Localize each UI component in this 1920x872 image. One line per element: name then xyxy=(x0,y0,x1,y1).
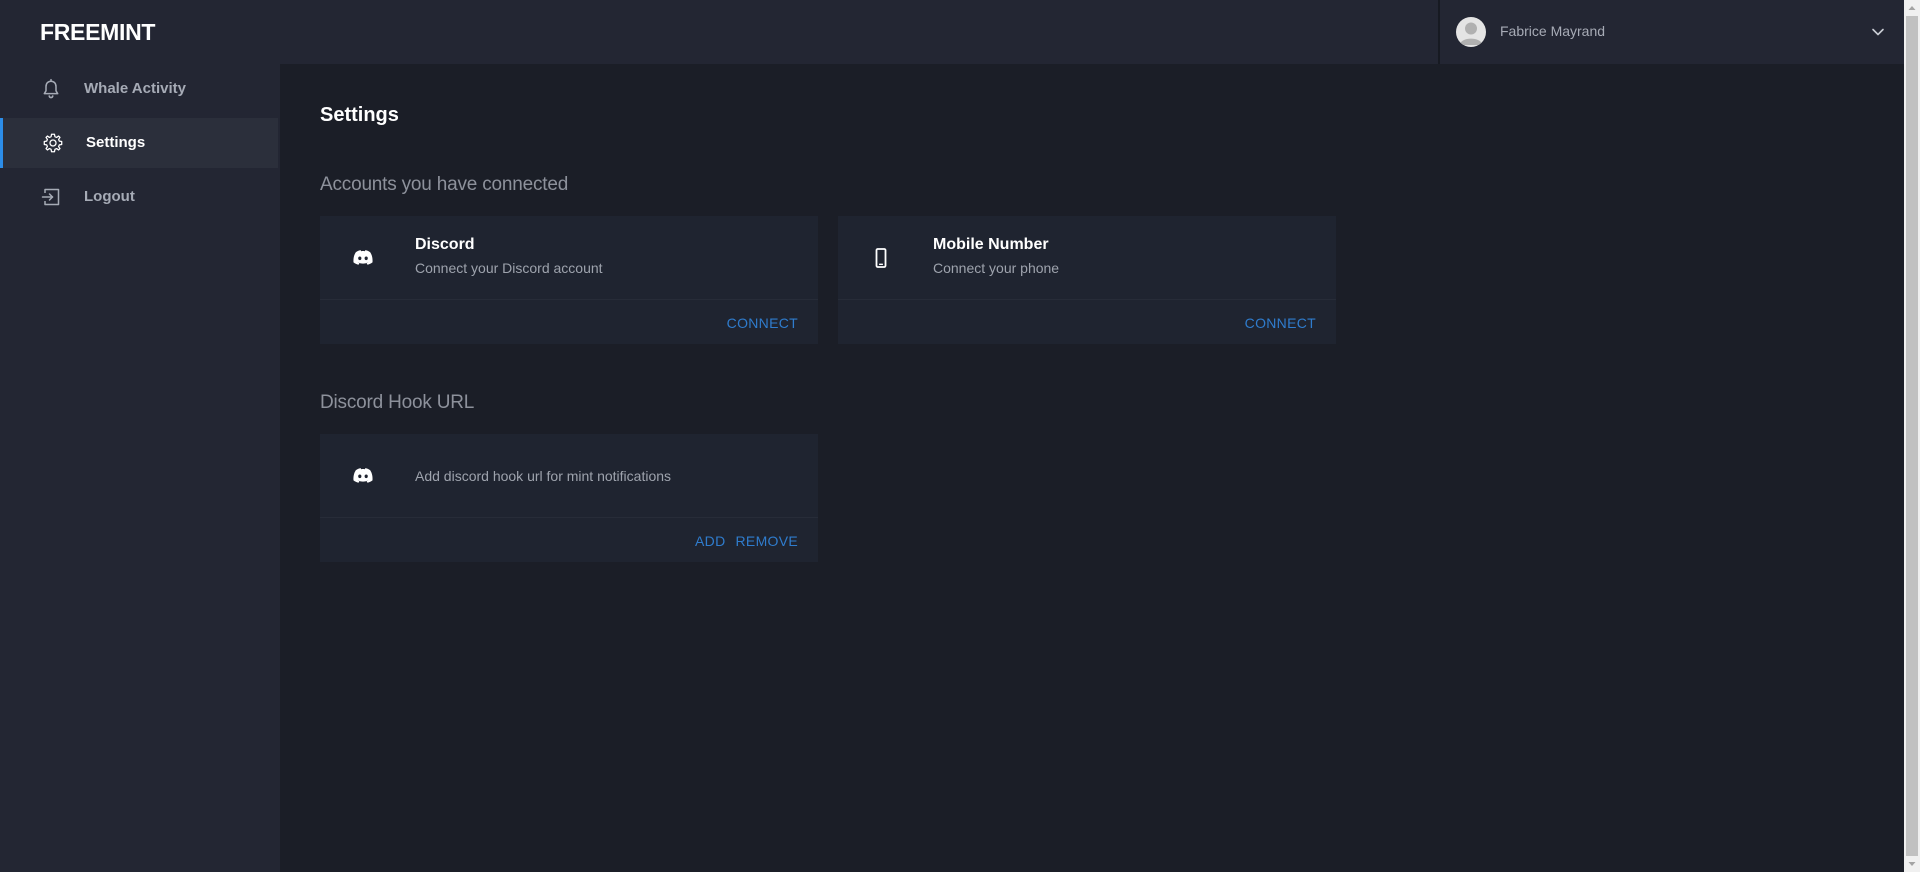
vertical-scrollbar[interactable] xyxy=(1904,0,1920,872)
top-bar: FREEMINT Fabrice Mayrand xyxy=(0,0,1904,64)
discord-icon xyxy=(353,250,373,265)
card-actions: ADD REMOVE xyxy=(695,533,798,549)
avatar xyxy=(1456,17,1486,47)
card-subtitle: Connect your phone xyxy=(933,260,1060,276)
scroll-down-arrow-icon[interactable] xyxy=(1904,856,1920,872)
user-name: Fabrice Mayrand xyxy=(1500,23,1606,39)
card-body: Add discord hook url for mint notificati… xyxy=(320,434,818,518)
chevron-down-icon[interactable] xyxy=(1870,24,1886,40)
sidebar-item-label: Settings xyxy=(86,134,146,151)
page-title: Settings xyxy=(320,104,399,126)
accounts-section-title: Accounts you have connected xyxy=(320,174,569,195)
sidebar-item-settings[interactable]: Settings xyxy=(0,118,278,168)
discord-icon xyxy=(353,468,373,483)
sidebar: Whale Activity Settings Logout xyxy=(0,64,280,872)
discord-account-card: Discord Connect your Discord account CON… xyxy=(320,216,818,344)
gear-icon xyxy=(43,133,63,153)
user-menu[interactable]: Fabrice Mayrand xyxy=(1438,0,1904,64)
app-root: FREEMINT Fabrice Mayrand Whale Activity xyxy=(0,0,1920,872)
logout-icon xyxy=(41,188,60,206)
avatar-placeholder-icon xyxy=(1459,22,1483,45)
card-subtitle: Connect your Discord account xyxy=(415,260,603,276)
card-actions: CONNECT xyxy=(727,315,798,331)
mobile-connect-button[interactable]: CONNECT xyxy=(1245,315,1316,331)
scrollbar-thumb[interactable] xyxy=(1906,16,1918,856)
card-actions: CONNECT xyxy=(1245,315,1316,331)
card-title: Mobile Number xyxy=(933,236,1049,253)
add-hook-button[interactable]: ADD xyxy=(695,533,725,549)
card-body: Discord Connect your Discord account xyxy=(320,216,818,300)
sidebar-item-logout[interactable]: Logout xyxy=(0,172,278,222)
discord-connect-button[interactable]: CONNECT xyxy=(727,315,798,331)
scroll-up-arrow-icon[interactable] xyxy=(1904,0,1920,16)
hook-section-title: Discord Hook URL xyxy=(320,392,475,413)
sidebar-item-label: Logout xyxy=(84,188,135,205)
app-logo[interactable]: FREEMINT xyxy=(40,19,155,46)
card-body: Mobile Number Connect your phone xyxy=(838,216,1336,300)
main-content: Settings Accounts you have connected Dis… xyxy=(280,64,1904,872)
bell-icon xyxy=(43,78,59,99)
discord-hook-card: Add discord hook url for mint notificati… xyxy=(320,434,818,562)
card-title: Discord xyxy=(415,236,475,253)
remove-hook-button[interactable]: REMOVE xyxy=(736,533,798,549)
card-description: Add discord hook url for mint notificati… xyxy=(415,468,672,484)
phone-icon xyxy=(875,248,887,268)
mobile-number-card: Mobile Number Connect your phone CONNECT xyxy=(838,216,1336,344)
sidebar-item-label: Whale Activity xyxy=(84,80,186,97)
sidebar-item-whale-activity[interactable]: Whale Activity xyxy=(0,64,278,114)
